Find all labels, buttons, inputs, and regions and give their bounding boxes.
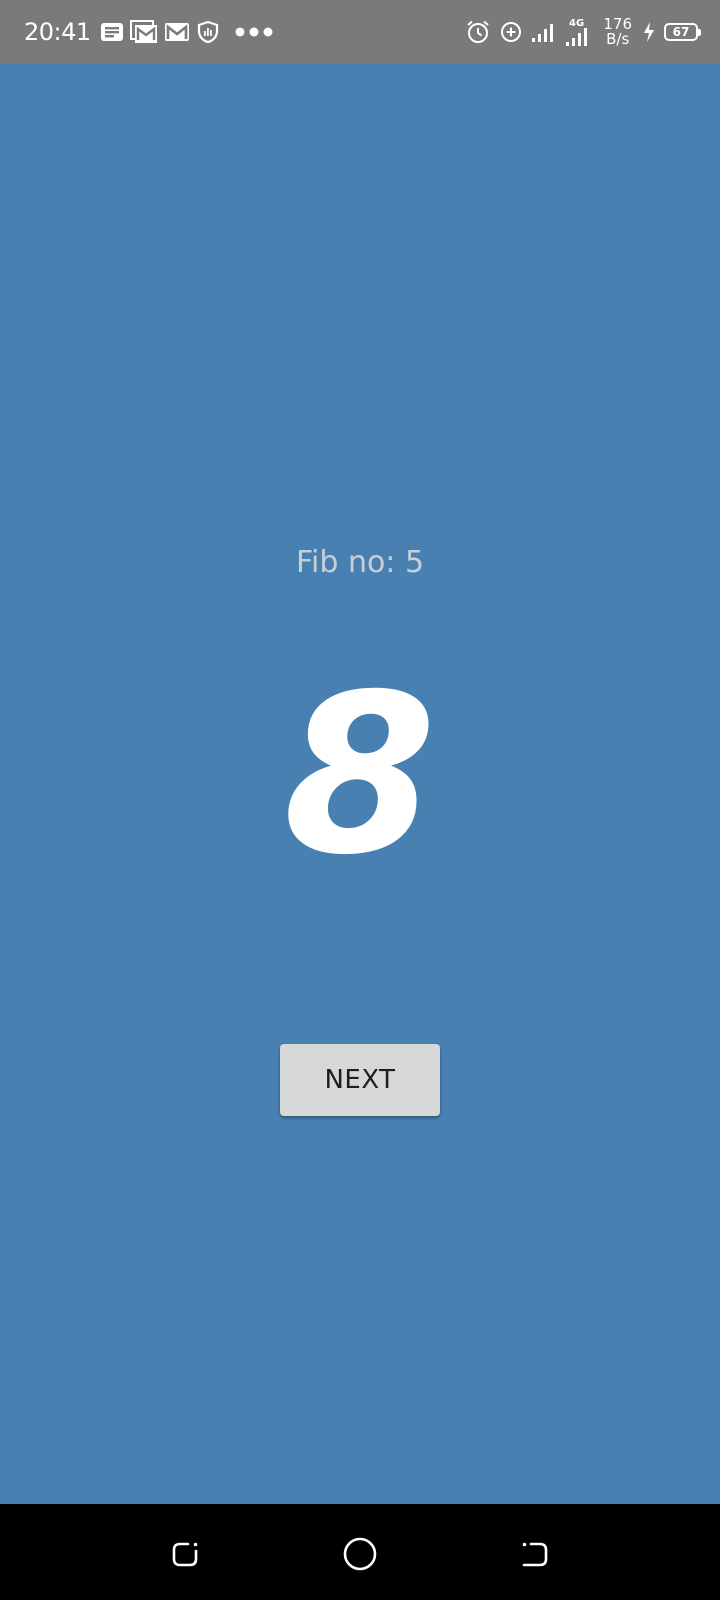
- data-saver-icon: [499, 20, 523, 44]
- fib-value: 8: [283, 647, 437, 903]
- status-time: 20:41: [24, 18, 91, 46]
- net-speed: 176 B/s: [603, 17, 632, 47]
- battery-level: 67: [672, 25, 690, 39]
- next-button[interactable]: NEXT: [280, 1044, 440, 1116]
- recent-apps-button[interactable]: [166, 1534, 206, 1574]
- gmail-icon: [164, 21, 190, 43]
- gallery-mail-icon: [130, 20, 158, 44]
- battery-icon: 67: [664, 23, 701, 41]
- back-icon: [522, 1542, 548, 1567]
- fib-index-label: Fib no: 5: [295, 545, 425, 580]
- navigation-bar: [0, 1504, 720, 1600]
- signal-4g-icon: 4G: [565, 17, 593, 47]
- notes-icon: [100, 21, 124, 43]
- home-icon: [343, 1537, 377, 1571]
- signal-bars-icon: [531, 21, 557, 43]
- net-speed-unit: B/s: [606, 30, 630, 48]
- alarm-icon: [465, 19, 491, 45]
- shield-icon: [196, 20, 220, 44]
- svg-text:4G: 4G: [569, 18, 584, 29]
- system-icons: 4G 176 B/s 67: [465, 14, 701, 50]
- app-screen: 20:41 4G 176 B/s 67 Fib no: 5 8 NEXT: [0, 0, 720, 1600]
- home-button[interactable]: [340, 1534, 380, 1574]
- recent-apps-icon: [172, 1542, 198, 1567]
- charging-icon: [642, 21, 656, 43]
- notification-icons: [100, 16, 274, 48]
- back-button[interactable]: [514, 1534, 554, 1574]
- status-bar: 20:41 4G 176 B/s 67: [0, 0, 720, 64]
- more-dots-icon: [234, 26, 274, 38]
